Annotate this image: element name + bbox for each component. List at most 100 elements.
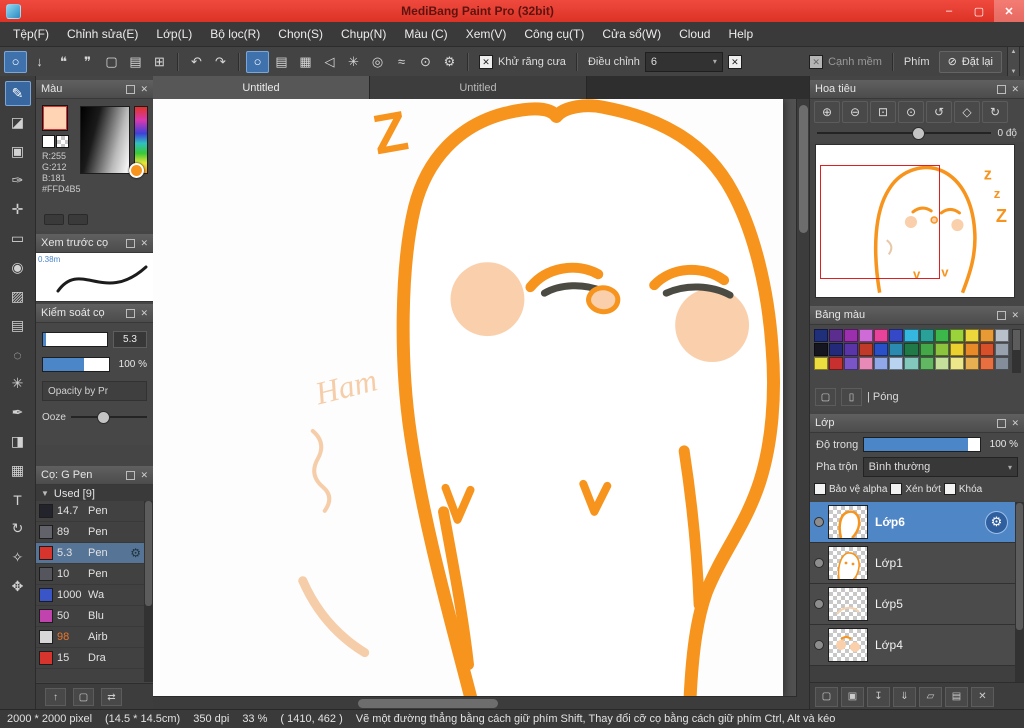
palette-swatch[interactable] xyxy=(889,357,904,370)
palette-swatch[interactable] xyxy=(964,329,979,342)
snap-cross-button[interactable]: ▦ xyxy=(294,51,317,73)
zoom-in-button[interactable]: ⊕ xyxy=(814,100,840,123)
opacity-by-pressure-option[interactable]: Opacity by Pr xyxy=(42,381,147,401)
foreground-color-swatch[interactable] xyxy=(42,105,68,131)
select-marquee-tool[interactable]: ▤ xyxy=(5,313,31,338)
brush-item[interactable]: 15 Dra xyxy=(36,648,144,669)
palette-swatch[interactable] xyxy=(919,357,934,370)
zoom-out-button[interactable]: ⊖ xyxy=(842,100,868,123)
panel-close-icon[interactable]: ✕ xyxy=(1011,84,1019,95)
move-tool[interactable]: ✛ xyxy=(5,197,31,222)
layer-row-selected[interactable]: Lớp6 ⚙ xyxy=(810,502,1015,543)
palette-swatch[interactable] xyxy=(949,343,964,356)
eyedropper-tool[interactable]: ✧ xyxy=(5,545,31,570)
fit-window-button[interactable]: ⊡ xyxy=(870,100,896,123)
layer-list-scrollbar[interactable] xyxy=(1015,502,1024,683)
panel-close-icon[interactable]: ✕ xyxy=(1011,418,1019,429)
lock-checkbox[interactable] xyxy=(943,483,956,495)
layer-opacity-slider[interactable] xyxy=(863,437,981,452)
cell-grid-button[interactable]: ⊞ xyxy=(148,51,171,73)
menu-help[interactable]: Help xyxy=(719,22,762,46)
layer-settings-button[interactable]: ⚙ xyxy=(985,510,1008,534)
new-document-button[interactable]: ▢ xyxy=(100,51,123,73)
brush-item-selected[interactable]: 5.3 Pen ⚙ xyxy=(36,543,144,564)
palette-swatch[interactable] xyxy=(829,343,844,356)
layer-visibility-toggle[interactable] xyxy=(810,517,828,527)
reset-rotation-button[interactable]: ◇ xyxy=(954,100,980,123)
palette-swatch[interactable] xyxy=(889,343,904,356)
select-rect-tool[interactable]: ▭ xyxy=(5,226,31,251)
adjust-select[interactable]: 6 ▾ xyxy=(644,51,723,72)
rotation-slider[interactable] xyxy=(817,126,991,140)
palette-swatch[interactable] xyxy=(934,357,949,370)
bucket-fill-tool[interactable]: ◉ xyxy=(5,255,31,280)
brush-item[interactable]: 1000 Wa xyxy=(36,585,144,606)
layer-folder-button[interactable]: ▱ xyxy=(919,686,942,707)
saturation-value-picker[interactable] xyxy=(80,106,130,174)
close-button[interactable]: ✕ xyxy=(994,0,1024,22)
open-documents-button[interactable]: ▤ xyxy=(124,51,147,73)
menu-window[interactable]: Cửa sổ(W) xyxy=(593,22,670,46)
palette-swatch[interactable] xyxy=(994,357,1009,370)
palette-swatch[interactable] xyxy=(844,343,859,356)
panel-popout-icon[interactable] xyxy=(126,238,136,248)
palette-swatch[interactable] xyxy=(859,329,874,342)
palette-scrollbar[interactable] xyxy=(1012,329,1021,373)
navigator-preview[interactable]: z z Z v v xyxy=(815,144,1015,298)
palette-swatch[interactable] xyxy=(829,357,844,370)
add-brush-button[interactable]: ▢ xyxy=(73,688,94,706)
snap-settings-button[interactable]: ⚙ xyxy=(438,51,461,73)
brush-size-value[interactable]: 5.3 xyxy=(113,331,147,348)
palette-swatch[interactable] xyxy=(934,329,949,342)
brush-item[interactable]: 50 Blu xyxy=(36,606,144,627)
redo-button[interactable]: ↷ xyxy=(209,51,232,73)
panel-popout-icon[interactable] xyxy=(126,84,136,94)
canvas[interactable]: Z Ham xyxy=(153,99,783,697)
add-layer-button[interactable]: ▢ xyxy=(815,686,838,707)
layer-row[interactable]: Lớp4 xyxy=(810,625,1015,666)
canvas-viewport[interactable]: Z Ham xyxy=(153,99,797,697)
palette-swatch[interactable] xyxy=(994,329,1009,342)
toolbar-overflow-scroll[interactable]: ▲ ▼ xyxy=(1007,45,1020,78)
brush-opacity-slider[interactable] xyxy=(42,357,110,372)
background-color-swatch[interactable] xyxy=(42,135,55,148)
brush-size-slider[interactable] xyxy=(42,332,108,347)
snap-radial-button[interactable]: ✳ xyxy=(342,51,365,73)
menu-filter[interactable]: Bộ lọc(R) xyxy=(201,22,269,46)
rotate-canvas-tool[interactable]: ↻ xyxy=(5,516,31,541)
canvas-horizontal-scrollbar[interactable] xyxy=(153,696,797,710)
palette-swatch[interactable] xyxy=(889,329,904,342)
snap-curve-button[interactable]: ≈ xyxy=(390,51,413,73)
menu-file[interactable]: Tệp(F) xyxy=(4,22,58,46)
panel-close-icon[interactable]: ✕ xyxy=(140,470,148,481)
menu-view[interactable]: Xem(V) xyxy=(457,22,516,46)
stamp-tool[interactable]: ▣ xyxy=(5,139,31,164)
menu-tools[interactable]: Công cụ(T) xyxy=(515,22,593,46)
document-tab-1[interactable]: Untitled xyxy=(153,76,370,99)
panel-popout-icon[interactable] xyxy=(997,418,1007,428)
panel-popout-icon[interactable] xyxy=(126,308,136,318)
palette-swatch[interactable] xyxy=(979,343,994,356)
soft-edge-checkbox[interactable]: ✕ xyxy=(809,54,824,69)
minimize-button[interactable]: – xyxy=(934,0,964,22)
delete-color-button[interactable]: ▯ xyxy=(841,388,862,406)
layer-row[interactable]: Lớp5 xyxy=(810,584,1015,625)
snap-ellipse-button[interactable]: ⊙ xyxy=(414,51,437,73)
blend-mode-select[interactable]: Bình thường ▾ xyxy=(862,457,1018,477)
snap-circle-button[interactable]: ◎ xyxy=(366,51,389,73)
palette-swatch[interactable] xyxy=(949,357,964,370)
palette-swatch[interactable] xyxy=(979,357,994,370)
alpha-protect-checkbox[interactable] xyxy=(814,483,826,495)
chat-button[interactable]: ❞ xyxy=(76,51,99,73)
menu-layer[interactable]: Lớp(L) xyxy=(147,22,201,46)
merge-down-button[interactable]: ⇓ xyxy=(893,686,916,707)
palette-swatch[interactable] xyxy=(844,357,859,370)
layer-visibility-toggle[interactable] xyxy=(810,558,828,568)
palette-swatch[interactable] xyxy=(814,329,829,342)
menu-snap[interactable]: Chụp(N) xyxy=(332,22,395,46)
panel-close-icon[interactable]: ✕ xyxy=(140,84,148,95)
reset-button[interactable]: ⊘ Đặt lại xyxy=(938,50,1002,73)
color-wheel-tab[interactable] xyxy=(44,214,64,225)
panel-close-icon[interactable]: ✕ xyxy=(1011,310,1019,321)
color-bar-tab[interactable] xyxy=(68,214,88,225)
